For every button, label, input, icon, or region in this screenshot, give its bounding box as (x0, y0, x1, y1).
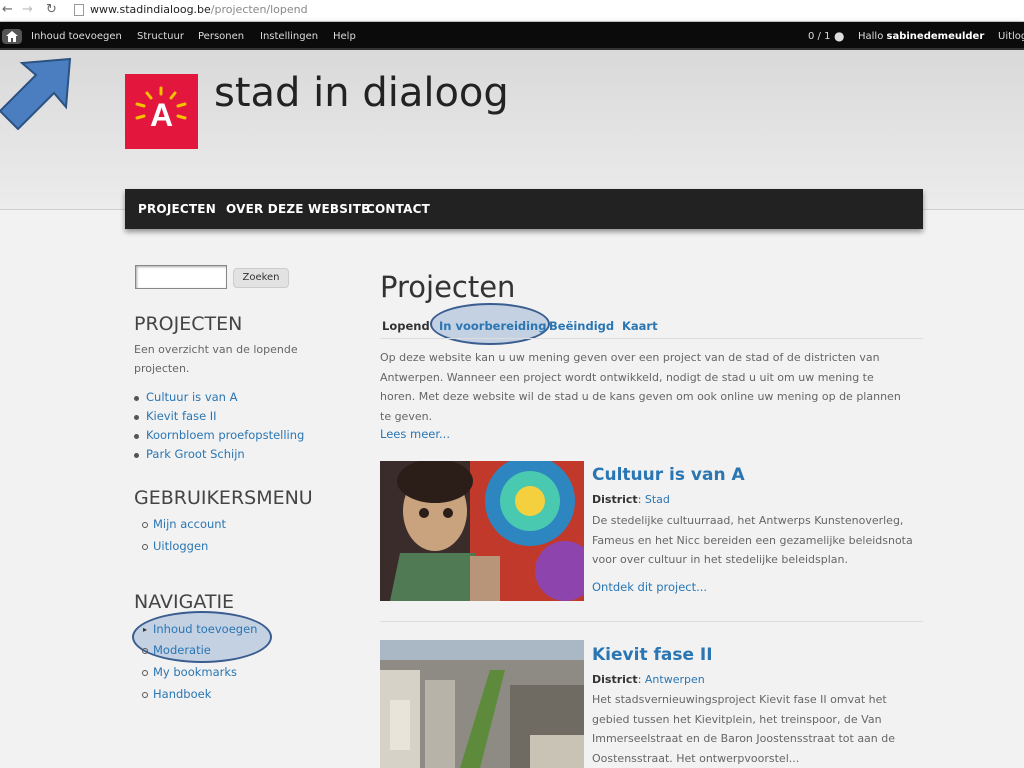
url-field[interactable]: www.stadindialoog.be/projecten/lopend (90, 3, 308, 16)
greeting-text: Hallo (858, 31, 884, 42)
desc-line: Oostensstraat. Het ontwerpvoorstel... (592, 751, 800, 765)
annotation-arrow-icon (0, 57, 72, 130)
project-title[interactable]: Kievit fase II (592, 645, 713, 665)
url-host: www.stadindialoog.be (90, 3, 211, 16)
projecten-block-text-2: projecten. (134, 362, 190, 375)
intro-line: Antwerpen. Wanneer een project wordt ont… (380, 370, 874, 384)
bullet-icon (134, 396, 139, 401)
page-title: Projecten (380, 270, 516, 304)
search-input[interactable] (135, 265, 227, 289)
nav-bookmarks[interactable]: My bookmarks (153, 665, 237, 679)
main-menu: PROJECTEN OVER DEZE WEBSITE CONTACT (125, 189, 923, 229)
intro-line: horen. Met deze website wil de stad u de… (380, 390, 901, 403)
logo-letter: A (150, 97, 173, 133)
nav-handbook[interactable]: Handboek (153, 687, 211, 701)
back-icon[interactable]: ← (2, 2, 13, 17)
bullet-icon (134, 415, 139, 420)
menu-over-deze-website[interactable]: OVER DEZE WEBSITE (226, 202, 370, 216)
tab-in-voorbereiding[interactable]: In voorbereiding (439, 319, 546, 333)
toolbar-people[interactable]: Personen (198, 31, 244, 42)
tab-kaart[interactable]: Kaart (622, 319, 658, 333)
toolbar-logout[interactable]: Uitlog (998, 31, 1024, 42)
users-icon: ● (834, 29, 845, 43)
menu-projecten[interactable]: PROJECTEN (138, 202, 216, 216)
project-separator (380, 621, 923, 622)
search-button[interactable]: Zoeken (233, 268, 289, 288)
toolbar-help[interactable]: Help (333, 31, 356, 42)
tab-beeindigd[interactable]: Beëindigd (549, 319, 614, 333)
sidebar-project-link[interactable]: Kievit fase II (146, 409, 217, 423)
user-counter: 0 / 1 (808, 31, 831, 42)
district-link[interactable]: Stad (645, 493, 670, 506)
desc-line: Immerseelstraat en de Baron Joostensstra… (592, 732, 896, 745)
admin-toolbar: Inhoud toevoegen Structuur Personen Inst… (0, 22, 1024, 50)
project-image-cultuur[interactable] (380, 461, 584, 601)
sidebar-logout[interactable]: Uitloggen (153, 539, 208, 553)
site-name[interactable]: stad in dialoog (214, 70, 509, 116)
bullet-icon (142, 692, 148, 698)
sidebar-my-account[interactable]: Mijn account (153, 517, 226, 531)
desc-line: gebied tussen het Kievitplein, het trein… (592, 712, 882, 726)
project-description: De stedelijke cultuurraad, het Antwerps … (592, 511, 927, 570)
district-label: District (592, 673, 638, 686)
browser-address-bar: ← → ↻ www.stadindialoog.be/projecten/lop… (0, 0, 1024, 22)
project-district: District: Stad (592, 493, 670, 506)
bullet-icon (134, 453, 139, 458)
desc-line: Fameus en het Nicc bereiden een gezameli… (592, 533, 913, 547)
bullet-icon (134, 434, 139, 439)
intro-text: Op deze website kan u uw mening geven ov… (380, 348, 925, 426)
district-link[interactable]: Antwerpen (645, 673, 705, 686)
projecten-block-text-1: Een overzicht van de lopende (134, 343, 298, 356)
sidebar-project-link[interactable]: Koornbloem proefopstelling (146, 428, 304, 442)
bullet-icon (142, 648, 148, 654)
gebruikersmenu-block-title: GEBRUIKERSMENU (134, 487, 313, 509)
toolbar-settings[interactable]: Instellingen (260, 31, 318, 42)
forward-icon[interactable]: → (22, 2, 33, 17)
sidebar-project-link[interactable]: Park Groot Schijn (146, 447, 245, 461)
project-title[interactable]: Cultuur is van A (592, 465, 745, 485)
page-icon (74, 4, 84, 16)
collapsed-arrow-icon: ▸ (143, 625, 148, 634)
menu-contact[interactable]: CONTACT (366, 202, 430, 216)
projecten-block-title: PROJECTEN (134, 313, 243, 335)
user-greeting: Hallo sabinedemeulder (858, 31, 984, 42)
nav-moderation[interactable]: Moderatie (153, 643, 211, 657)
username[interactable]: sabinedemeulder (887, 31, 985, 42)
site-logo[interactable]: A (125, 74, 198, 149)
district-label: District (592, 493, 638, 506)
project-district: District: Antwerpen (592, 673, 705, 686)
desc-line: voor over cultuur in het stedelijke bele… (592, 553, 849, 566)
bullet-icon (142, 522, 148, 528)
bullet-icon (142, 670, 148, 676)
desc-line: De stedelijke cultuurraad, het Antwerps … (592, 514, 904, 527)
reload-icon[interactable]: ↻ (46, 2, 57, 17)
discover-project-link[interactable]: Ontdek dit project... (592, 580, 707, 594)
desc-line: Het stadsvernieuwingsproject Kievit fase… (592, 693, 887, 706)
toolbar-add-content[interactable]: Inhoud toevoegen (31, 31, 122, 42)
nav-add-content[interactable]: Inhoud toevoegen (153, 622, 257, 636)
home-icon[interactable] (2, 29, 22, 44)
project-description: Het stadsvernieuwingsproject Kievit fase… (592, 690, 927, 768)
navigatie-block-title: NAVIGATIE (134, 591, 235, 613)
project-image-kievit[interactable] (380, 640, 584, 768)
read-more-link[interactable]: Lees meer... (380, 427, 450, 441)
tabs-divider (380, 338, 923, 339)
url-path: /projecten/lopend (210, 3, 308, 16)
intro-line: te geven. (380, 409, 433, 423)
intro-line: Op deze website kan u uw mening geven ov… (380, 351, 880, 364)
toolbar-structure[interactable]: Structuur (137, 31, 184, 42)
bullet-icon (142, 544, 148, 550)
tab-lopend[interactable]: Lopend (382, 319, 430, 333)
sidebar-project-link[interactable]: Cultuur is van A (146, 390, 238, 404)
